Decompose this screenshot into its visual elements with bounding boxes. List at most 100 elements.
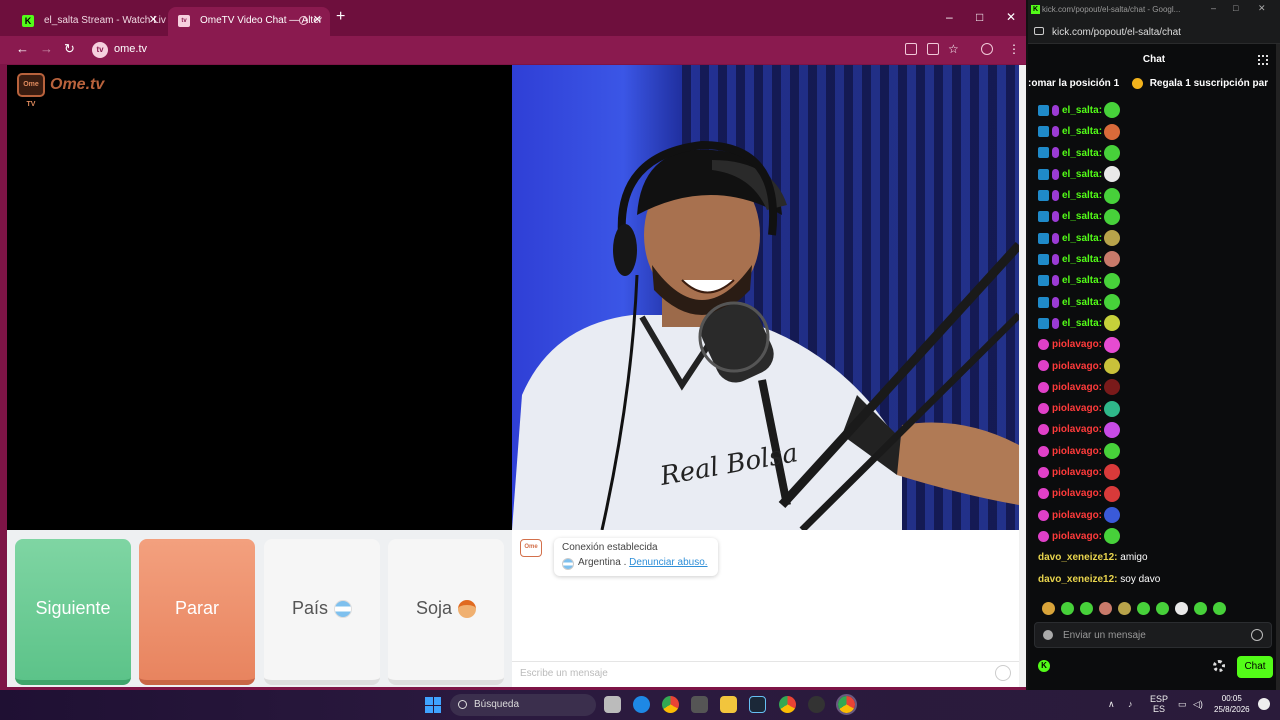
stop-button[interactable]: Parar xyxy=(139,539,255,685)
site-info-icon[interactable]: tv xyxy=(92,42,108,58)
quick-emote-icon[interactable] xyxy=(1213,602,1226,616)
chat-username[interactable]: piolavago: xyxy=(1052,339,1102,350)
chat-username[interactable]: el_salta: xyxy=(1062,126,1102,137)
chat-username[interactable]: el_salta: xyxy=(1062,233,1102,244)
taskbar-search[interactable]: Búsqueda xyxy=(450,694,596,716)
edge-icon[interactable] xyxy=(633,696,650,713)
quick-emote-icon[interactable] xyxy=(1118,602,1131,616)
audio-playing-icon[interactable] xyxy=(299,16,308,25)
quick-emote-icon[interactable] xyxy=(1194,602,1207,616)
back-arrow-icon[interactable]: ← xyxy=(16,41,29,56)
ometv-message-input[interactable]: Escribe un mensaje xyxy=(512,661,1019,687)
quick-emote-icon[interactable] xyxy=(1156,602,1169,616)
country-button[interactable]: País xyxy=(264,539,380,685)
notification-icon[interactable] xyxy=(1258,698,1270,710)
maximize-button[interactable]: □ xyxy=(1233,3,1238,13)
chrome-icon[interactable] xyxy=(662,696,679,713)
file-explorer-icon[interactable] xyxy=(720,696,737,713)
mic-badge-icon xyxy=(1052,275,1059,287)
quick-emote-icon[interactable] xyxy=(1175,602,1188,616)
chat-username[interactable]: piolavago: xyxy=(1052,467,1102,478)
next-button[interactable]: Siguiente xyxy=(15,539,131,685)
chat-username[interactable]: el_salta: xyxy=(1062,105,1102,116)
site-settings-icon[interactable] xyxy=(1034,27,1044,35)
microphone-icon[interactable]: ♪ xyxy=(1128,699,1133,709)
chat-message: el_salta: xyxy=(1028,206,1268,227)
kick-message-input[interactable]: Enviar un mensaje xyxy=(1034,622,1272,648)
chat-username[interactable]: piolavago: xyxy=(1052,403,1102,414)
task-view-icon[interactable] xyxy=(604,696,621,713)
network-icon[interactable]: ▭ xyxy=(1178,699,1187,710)
new-tab-button[interactable]: + xyxy=(336,8,345,26)
quick-emote-icon[interactable] xyxy=(1061,602,1074,616)
chat-username[interactable]: el_salta: xyxy=(1062,211,1102,222)
forward-arrow-icon[interactable]: → xyxy=(40,41,53,56)
store-icon[interactable] xyxy=(691,696,708,713)
tray-chevron-icon[interactable]: ∧ xyxy=(1108,699,1115,710)
send-chat-button[interactable]: Chat xyxy=(1237,656,1273,678)
quick-emote-icon[interactable] xyxy=(1080,602,1093,616)
report-abuse-link[interactable]: Denunciar abuso. xyxy=(629,557,707,568)
chat-username[interactable]: piolavago: xyxy=(1052,382,1102,393)
broadcaster-badge-icon xyxy=(1038,126,1049,138)
emote-icon xyxy=(1104,421,1121,438)
close-tab-icon[interactable]: ✕ xyxy=(149,7,158,34)
chat-username[interactable]: el_salta: xyxy=(1062,297,1102,308)
taskbar-clock[interactable]: 00:05 25/8/2026 xyxy=(1214,693,1250,715)
gear-icon[interactable] xyxy=(1213,660,1225,672)
chat-username[interactable]: piolavago: xyxy=(1052,446,1102,457)
chat-username[interactable]: el_salta: xyxy=(1062,275,1102,286)
chat-username[interactable]: el_salta: xyxy=(1062,190,1102,201)
chat-username[interactable]: el_salta: xyxy=(1062,318,1102,329)
chat-username[interactable]: el_salta: xyxy=(1062,148,1102,159)
ometv-favicon-icon: tv xyxy=(178,15,190,27)
chrome-profile-icon[interactable] xyxy=(779,696,796,713)
chat-username[interactable]: davo_xeneize12: xyxy=(1038,552,1118,563)
close-window-button[interactable]: ✕ xyxy=(1006,10,1016,24)
pinned-goals-ticker[interactable]: :omar la posición 1 Regala 1 suscripción… xyxy=(1028,78,1268,98)
minimize-button[interactable]: – xyxy=(946,10,953,24)
reload-icon[interactable]: ↻ xyxy=(64,41,75,57)
close-tab-icon[interactable]: ✕ xyxy=(313,7,322,34)
close-window-button[interactable]: ✕ xyxy=(1258,3,1266,14)
menu-kebab-icon[interactable]: ⋮ xyxy=(1008,42,1020,56)
chat-username[interactable]: piolavago: xyxy=(1052,510,1102,521)
windows-start-icon[interactable] xyxy=(425,697,441,713)
address-bar[interactable]: ome.tv xyxy=(114,43,147,55)
chat-username[interactable]: davo_xeneize12: xyxy=(1038,574,1118,585)
chat-username[interactable]: el_salta: xyxy=(1062,169,1102,180)
chat-settings-grid-icon[interactable] xyxy=(1258,55,1268,65)
quick-emote-icon[interactable] xyxy=(1137,602,1150,616)
minimize-button[interactable]: – xyxy=(1211,3,1216,13)
steam-icon[interactable] xyxy=(749,696,766,713)
quick-emote-icon[interactable] xyxy=(1099,602,1112,616)
emote-picker-icon[interactable] xyxy=(1251,629,1263,641)
bookmark-star-icon[interactable]: ☆ xyxy=(948,42,959,56)
app-icon[interactable] xyxy=(808,696,825,713)
shield-icon xyxy=(1043,630,1053,640)
tab-ometv[interactable]: tv OmeTV Video Chat — Alter ✕ xyxy=(168,7,330,36)
chat-username[interactable]: el_salta: xyxy=(1062,254,1102,265)
tab-kick-stream[interactable]: K el_salta Stream - Watch Live on ✕ xyxy=(12,7,166,36)
maximize-button[interactable]: □ xyxy=(976,10,983,24)
translate-icon[interactable] xyxy=(905,43,917,55)
chat-message: piolavago: xyxy=(1028,356,1268,377)
chat-username[interactable]: piolavago: xyxy=(1052,424,1102,435)
cast-icon[interactable] xyxy=(927,43,939,55)
page-scrollbar[interactable] xyxy=(1019,65,1026,687)
chrome-active-icon[interactable] xyxy=(836,694,857,715)
kick-scrollbar[interactable] xyxy=(1276,44,1280,690)
kick-url[interactable]: kick.com/popout/el-salta/chat xyxy=(1052,27,1181,38)
emoji-icon[interactable] xyxy=(995,665,1011,681)
quick-emote-icon[interactable] xyxy=(1042,602,1055,616)
gender-button[interactable]: Soja xyxy=(388,539,504,685)
chat-username[interactable]: piolavago: xyxy=(1052,488,1102,499)
chat-message: piolavago: xyxy=(1028,505,1268,526)
tab-bar: K el_salta Stream - Watch Live on ✕ tv O… xyxy=(0,0,1026,36)
profile-icon[interactable] xyxy=(981,43,993,55)
chat-username[interactable]: piolavago: xyxy=(1052,361,1102,372)
kick-k-icon[interactable]: K xyxy=(1038,660,1050,672)
chat-username[interactable]: piolavago: xyxy=(1052,531,1102,542)
language-indicator[interactable]: ESP ES xyxy=(1150,694,1168,714)
volume-icon[interactable]: ◁) xyxy=(1193,699,1203,710)
